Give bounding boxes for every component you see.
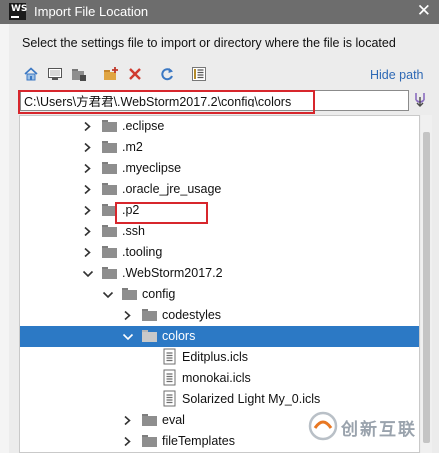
tree-row[interactable]: Editplus.icls <box>20 347 419 368</box>
chevron-right-icon[interactable] <box>82 158 94 179</box>
chevron-right-icon[interactable] <box>82 179 94 200</box>
tree-row-label: Solarized Light My_0.icls <box>182 392 321 406</box>
folder-icon <box>102 158 118 179</box>
tree-row[interactable]: eval <box>20 410 419 431</box>
show-hidden-icon[interactable] <box>191 66 207 82</box>
file-icon <box>162 389 178 410</box>
home-icon[interactable] <box>23 66 39 82</box>
window-title: Import File Location <box>34 4 149 19</box>
path-input[interactable] <box>24 93 404 107</box>
dialog-description: Select the settings file to import or di… <box>22 36 396 50</box>
tree-row-label: .myeclipse <box>122 161 182 175</box>
tree-row[interactable]: Solarized Light My_0.icls <box>20 389 419 410</box>
tree-row[interactable]: .myeclipse <box>20 158 419 179</box>
tree-row[interactable]: codestyles <box>20 305 419 326</box>
folder-icon <box>142 410 158 431</box>
delete-icon[interactable] <box>127 66 143 82</box>
tree-row[interactable]: config <box>20 284 419 305</box>
chevron-right-icon[interactable] <box>82 200 94 221</box>
chevron-right-icon[interactable] <box>122 431 134 452</box>
tree-row-label: .m2 <box>122 140 143 154</box>
chevron-right-icon[interactable] <box>122 410 134 431</box>
project-folder-icon[interactable] <box>71 66 87 82</box>
folder-icon <box>142 305 158 326</box>
tree-row-label: .eclipse <box>122 119 165 133</box>
tree-row-label: config <box>142 287 176 301</box>
app-icon-text: WS <box>11 4 28 14</box>
background-window-edge <box>0 24 9 453</box>
chevron-right-icon[interactable] <box>122 305 134 326</box>
webstorm-app-icon: WS <box>9 3 28 20</box>
chevron-down-icon[interactable] <box>102 284 114 305</box>
folder-icon <box>102 221 118 242</box>
new-folder-icon[interactable] <box>103 66 119 82</box>
refresh-icon[interactable] <box>159 66 175 82</box>
folder-icon <box>102 200 118 221</box>
file-tree[interactable]: .eclipse .m2 .myeclipse .oracle_jre_usage .p… <box>19 115 420 453</box>
file-icon <box>162 347 178 368</box>
tree-row-label: .oracle_jre_usage <box>122 182 222 196</box>
tree-row[interactable]: .oracle_jre_usage <box>20 179 419 200</box>
hide-path-link[interactable]: Hide path <box>370 68 424 82</box>
tree-row[interactable]: .m2 <box>20 137 419 158</box>
tree-row-label: codestyles <box>162 308 222 322</box>
tree-row-label: .tooling <box>122 245 163 259</box>
folder-icon <box>122 284 138 305</box>
tree-row-label: .WebStorm2017.2 <box>122 266 223 280</box>
drop-file-icon[interactable] <box>413 92 427 108</box>
chevron-right-icon[interactable] <box>82 116 94 137</box>
folder-icon <box>142 326 158 347</box>
folder-icon <box>102 137 118 158</box>
tree-row[interactable]: fileTemplates <box>20 431 419 452</box>
tree-row[interactable]: .WebStorm2017.2 <box>20 263 419 284</box>
tree-row-label: monokai.icls <box>182 371 251 385</box>
chevron-down-icon[interactable] <box>82 263 94 284</box>
chevron-down-icon[interactable] <box>122 326 134 347</box>
tree-row[interactable]: .p2 <box>20 200 419 221</box>
tree-row-label: colors <box>162 329 196 343</box>
path-field[interactable] <box>20 90 409 111</box>
folder-icon <box>102 179 118 200</box>
tree-row-label: eval <box>162 413 185 427</box>
tree-row[interactable]: .ssh <box>20 221 419 242</box>
tree-row[interactable]: .tooling <box>20 242 419 263</box>
folder-icon <box>102 263 118 284</box>
tree-row-label: fileTemplates <box>162 434 235 448</box>
tree-row-label: .ssh <box>122 224 145 238</box>
close-button[interactable]: ✕ <box>417 1 431 21</box>
tree-row[interactable]: .eclipse <box>20 116 419 137</box>
tree-row-label: Editplus.icls <box>182 350 248 364</box>
chevron-right-icon[interactable] <box>82 137 94 158</box>
tree-row[interactable]: colors <box>20 326 419 347</box>
scrollbar-thumb[interactable] <box>423 132 430 443</box>
desktop-icon[interactable] <box>47 66 63 82</box>
file-icon <box>162 368 178 389</box>
chevron-right-icon[interactable] <box>82 242 94 263</box>
folder-icon <box>102 116 118 137</box>
chevron-right-icon[interactable] <box>82 221 94 242</box>
tree-row-label: .p2 <box>122 203 140 217</box>
tree-row[interactable]: monokai.icls <box>20 368 419 389</box>
folder-icon <box>102 242 118 263</box>
folder-icon <box>142 431 158 452</box>
title-bar: WS Import File Location ✕ <box>0 0 439 24</box>
